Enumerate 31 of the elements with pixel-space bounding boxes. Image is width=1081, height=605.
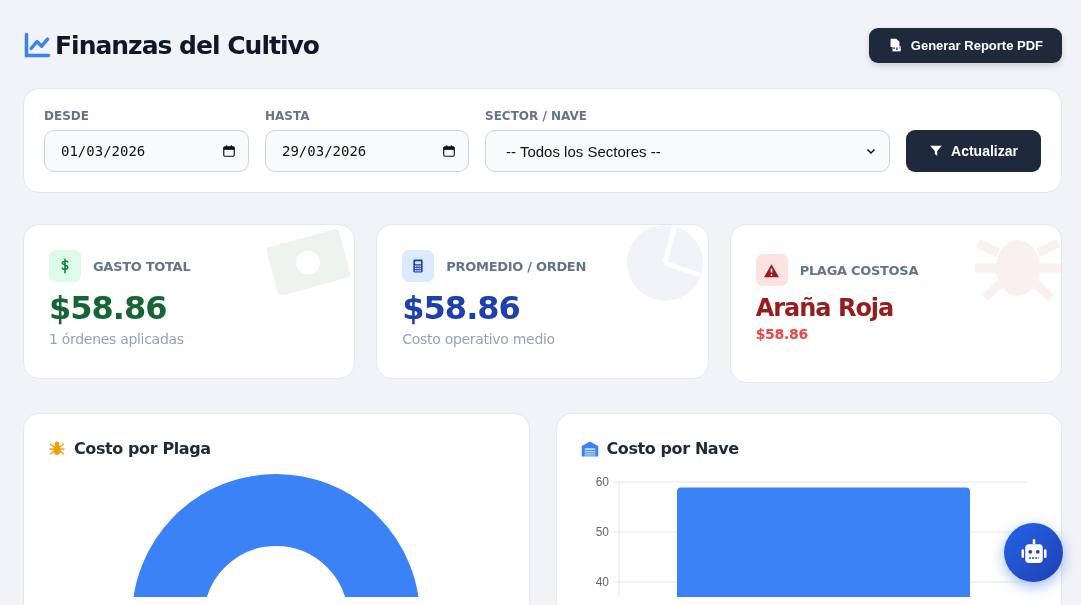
field-label: SECTOR / NAVE (485, 109, 588, 123)
field-label: DESDE (44, 109, 90, 123)
warehouse-icon (580, 439, 599, 458)
axis-tick-label: 40 (595, 575, 609, 589)
chart-title: Costo por Nave (606, 439, 739, 458)
funnel-icon (929, 144, 944, 158)
trend-chart-icon (23, 31, 51, 59)
stat-label: PROMEDIO / ORDEN (446, 258, 587, 274)
date-field[interactable]: 01/03/2026 (44, 130, 249, 172)
calendar-icon (222, 144, 236, 158)
page-title: Finanzas del Cultivo (55, 30, 319, 60)
update-button[interactable]: Actualizar (906, 130, 1041, 172)
generate-report-button[interactable]: Generar Reporte PDF (868, 27, 1062, 63)
stat-note: $58.86 (755, 326, 809, 343)
stat-label: GASTO TOTAL (93, 258, 191, 274)
field-label: HASTA (265, 109, 311, 123)
warning-icon (763, 262, 781, 278)
stat-label: PLAGA COSTOSA (799, 262, 919, 278)
calendar-icon (442, 144, 456, 158)
stat-note: Costo operativo medio (402, 331, 556, 348)
stat-value: $58.86 (402, 291, 521, 327)
axis-tick-label: 60 (595, 475, 609, 489)
stat-value: $58.86 (49, 291, 168, 327)
sector-select[interactable]: -- Todos los Sectores -- (485, 130, 890, 172)
calculator-icon (411, 258, 426, 274)
stat-note: 1 órdenes aplicadas (49, 331, 185, 348)
chart-title: Costo por Plaga (74, 439, 211, 458)
axis-tick-label: 50 (595, 525, 609, 539)
stat-value: Araña Roja (755, 295, 895, 322)
spider-icon (48, 439, 66, 458)
date-field[interactable]: 29/03/2026 (265, 130, 469, 172)
